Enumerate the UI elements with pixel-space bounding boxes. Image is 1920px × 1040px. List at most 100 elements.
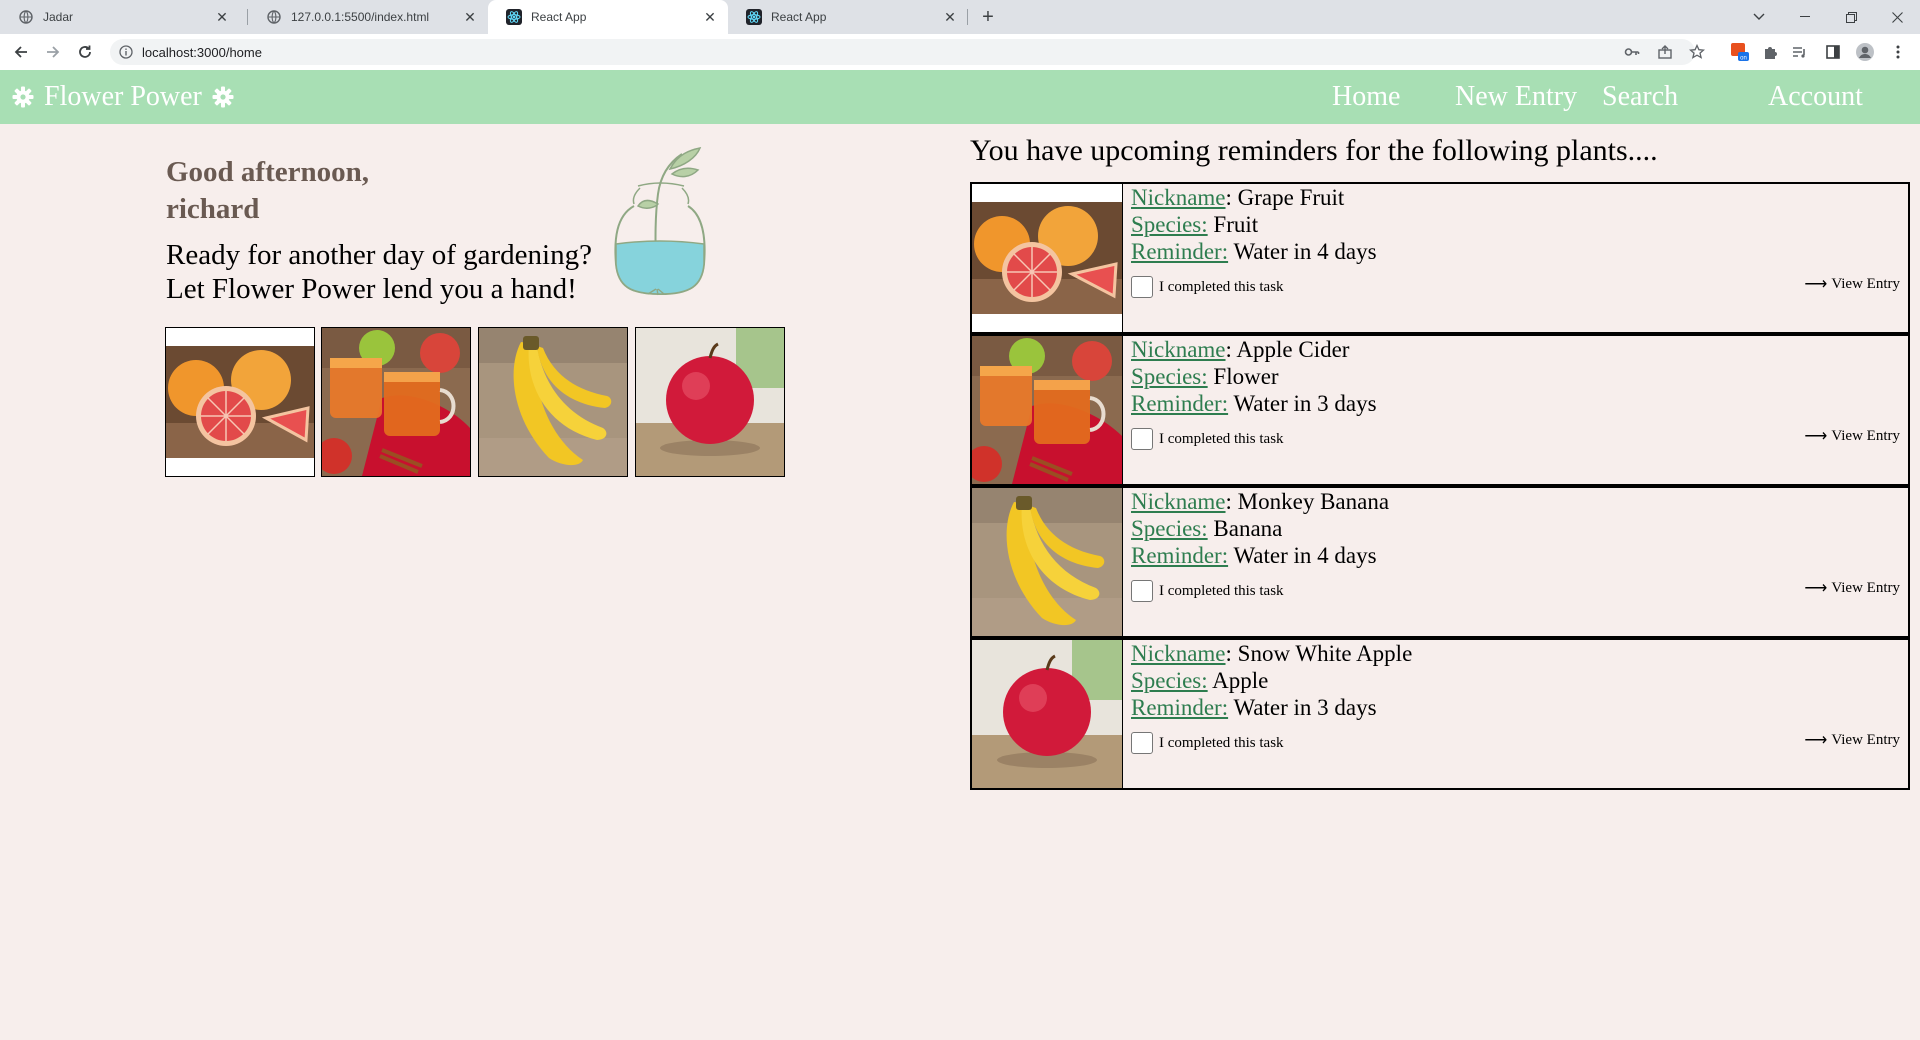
plant-jar-illustration [612, 144, 712, 296]
browser-tab-label: React App [771, 10, 827, 24]
browser-tab-bar: Jadar ✕ 127.0.0.1:5500/index.html ✕ Reac… [0, 0, 1920, 34]
arrow-right-icon: ⟶ [1804, 276, 1828, 293]
user-name: richard [166, 193, 260, 225]
media-list-icon[interactable] [1787, 40, 1811, 64]
app-navbar: Flower Power Home New Entry Search Accou… [0, 70, 1920, 124]
reminder-label[interactable]: Reminder: [1131, 391, 1228, 416]
nickname-label[interactable]: Nickname [1131, 489, 1226, 514]
react-icon [746, 9, 762, 25]
view-entry-link[interactable]: ⟶ View Entry [1804, 426, 1900, 446]
nickname-label[interactable]: Nickname [1131, 337, 1226, 362]
tagline-line: Ready for another day of gardening? [166, 239, 592, 271]
side-panel-icon[interactable] [1821, 40, 1845, 64]
nav-link-account[interactable]: Account [1768, 70, 1863, 124]
chevron-down-icon[interactable] [1736, 0, 1782, 34]
greeting-line: Good afternoon, [166, 156, 369, 188]
tab-divider [967, 9, 968, 25]
view-entry-link[interactable]: ⟶ View Entry [1804, 274, 1900, 294]
nickname-value: Apple Cider [1236, 337, 1350, 362]
task-complete-checkbox[interactable] [1131, 276, 1153, 298]
nav-link-new-entry[interactable]: New Entry [1455, 70, 1577, 124]
forward-button[interactable] [41, 40, 65, 64]
nickname-value: Grape Fruit [1237, 185, 1345, 210]
species-value: Flower [1213, 364, 1279, 389]
reload-button[interactable] [73, 40, 97, 64]
brand-logo[interactable]: Flower Power [12, 70, 234, 124]
nav-link-home[interactable]: Home [1332, 70, 1400, 124]
reminders-heading: You have upcoming reminders for the foll… [970, 134, 1658, 167]
view-entry-link[interactable]: ⟶ View Entry [1804, 730, 1900, 750]
nickname-label[interactable]: Nickname [1131, 185, 1226, 210]
browser-tab-1[interactable]: Jadar ✕ [0, 0, 240, 34]
plant-details: Nickname: Monkey Banana Species: Banana … [1131, 489, 1390, 568]
browser-tab-label: React App [531, 10, 587, 24]
more-menu-icon[interactable] [1886, 40, 1910, 64]
profile-avatar-icon[interactable] [1853, 40, 1877, 64]
species-label[interactable]: Species: [1131, 516, 1208, 541]
plant-details: Nickname: Snow White Apple Species: Appl… [1131, 641, 1413, 720]
globe-icon [18, 9, 34, 25]
species-label[interactable]: Species: [1131, 212, 1208, 237]
reminder-label[interactable]: Reminder: [1131, 239, 1228, 264]
reminder-label[interactable]: Reminder: [1131, 695, 1228, 720]
nickname-label[interactable]: Nickname [1131, 641, 1226, 666]
plant-thumbnail-apple [972, 640, 1123, 788]
close-icon[interactable]: ✕ [212, 9, 232, 26]
browser-tab-label: 127.0.0.1:5500/index.html [291, 10, 430, 24]
address-bar[interactable]: localhost:3000/home [110, 39, 1695, 65]
view-entry-link[interactable]: ⟶ View Entry [1804, 578, 1900, 598]
info-icon[interactable] [118, 44, 134, 60]
task-complete-control: I completed this task [1131, 732, 1284, 754]
task-complete-control: I completed this task [1131, 276, 1284, 298]
extension-badge-icon[interactable]: on [1728, 40, 1752, 64]
species-value: Fruit [1213, 212, 1259, 237]
gallery-image-grapefruit [165, 327, 315, 477]
task-complete-label: I completed this task [1159, 734, 1284, 751]
arrow-right-icon: ⟶ [1804, 732, 1828, 749]
reminder-value: Water in 4 days [1233, 239, 1377, 264]
arrow-right-icon: ⟶ [1804, 580, 1828, 597]
task-complete-checkbox[interactable] [1131, 428, 1153, 450]
reminder-value: Water in 3 days [1233, 695, 1377, 720]
task-complete-label: I completed this task [1159, 430, 1284, 447]
browser-tab-2[interactable]: 127.0.0.1:5500/index.html ✕ [248, 0, 488, 34]
restore-button[interactable] [1828, 0, 1874, 34]
url-text: localhost:3000/home [142, 44, 262, 60]
task-complete-label: I completed this task [1159, 582, 1284, 599]
arrow-right-icon: ⟶ [1804, 428, 1828, 445]
new-tab-button[interactable]: + [975, 4, 1001, 30]
minimize-button[interactable] [1782, 0, 1828, 34]
close-icon[interactable]: ✕ [940, 9, 960, 26]
view-entry-label: View Entry [1831, 731, 1900, 748]
browser-tab-3-active[interactable]: React App ✕ [488, 0, 728, 34]
task-complete-control: I completed this task [1131, 580, 1284, 602]
reminder-label[interactable]: Reminder: [1131, 543, 1228, 568]
nav-link-search[interactable]: Search [1602, 70, 1678, 124]
task-complete-checkbox[interactable] [1131, 732, 1153, 754]
share-icon[interactable] [1653, 40, 1677, 64]
tagline: Ready for another day of gardening? Let … [166, 238, 646, 306]
key-icon[interactable] [1620, 40, 1644, 64]
close-icon[interactable]: ✕ [460, 9, 480, 26]
task-complete-label: I completed this task [1159, 278, 1284, 295]
species-value: Apple [1212, 668, 1269, 693]
globe-icon [266, 9, 282, 25]
reminder-card: Nickname: Grape Fruit Species: Fruit Rem… [970, 182, 1910, 334]
species-label[interactable]: Species: [1131, 364, 1208, 389]
back-button[interactable] [9, 40, 33, 64]
reminder-card: Nickname: Apple Cider Species: Flower Re… [970, 334, 1910, 486]
gallery-image-apple [635, 327, 785, 477]
tagline-line: Let Flower Power lend you a hand! [166, 273, 577, 305]
svg-text:on: on [1740, 56, 1747, 62]
close-window-button[interactable] [1874, 0, 1920, 34]
flower-gear-icon [12, 86, 34, 108]
browser-tab-label: Jadar [43, 10, 74, 24]
puzzle-icon[interactable] [1758, 40, 1782, 64]
browser-tab-4[interactable]: React App ✕ [728, 0, 968, 34]
species-label[interactable]: Species: [1131, 668, 1208, 693]
task-complete-checkbox[interactable] [1131, 580, 1153, 602]
greeting-heading: Good afternoon, richard [166, 154, 466, 228]
close-icon[interactable]: ✕ [700, 9, 720, 26]
star-icon[interactable] [1685, 40, 1709, 64]
flower-gear-icon [212, 86, 234, 108]
